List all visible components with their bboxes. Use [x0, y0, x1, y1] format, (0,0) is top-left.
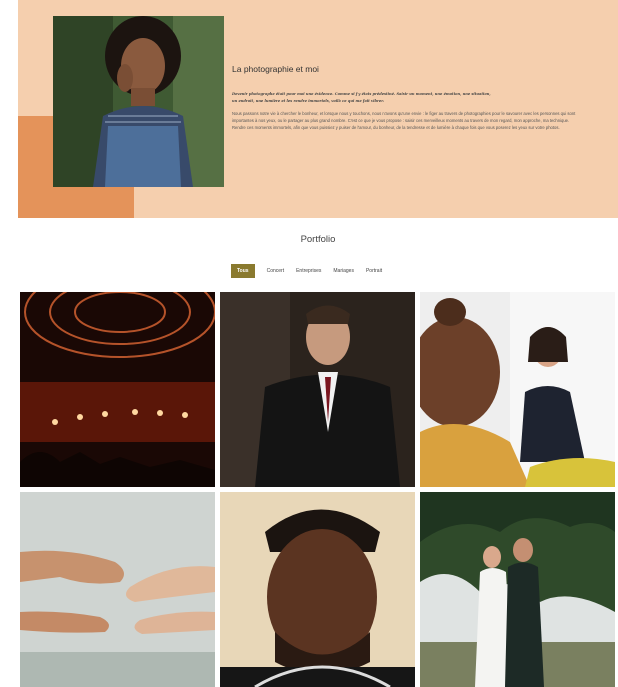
- about-quote: Devenir photographe était pour moi une é…: [232, 92, 491, 103]
- portfolio-filter-bar: Tous Concert Entreprises Mariages Portra…: [231, 264, 388, 278]
- portfolio-item-portrait[interactable]: [220, 492, 415, 687]
- portfolio-item-entreprises[interactable]: [220, 292, 415, 487]
- about-body-text: Nous passons notre vie à chercher le bon…: [232, 111, 576, 130]
- about-section: La photographie et moi Devenir photograp…: [18, 0, 618, 218]
- portfolio-item-mariages[interactable]: [20, 492, 215, 687]
- portfolio-item-concert[interactable]: [20, 292, 215, 487]
- portfolio-item-mariages-2[interactable]: [420, 492, 615, 687]
- about-portrait-image: [53, 16, 224, 187]
- portfolio-item-entreprises-2[interactable]: [420, 292, 615, 487]
- filter-mariages[interactable]: Mariages: [327, 264, 360, 278]
- filter-portrait[interactable]: Portrait: [360, 264, 388, 278]
- about-title: La photographie et moi: [232, 64, 319, 74]
- portfolio-title: Portfolio: [300, 234, 336, 245]
- filter-tous[interactable]: Tous: [231, 264, 255, 278]
- filter-concert[interactable]: Concert: [261, 264, 291, 278]
- filter-entreprises[interactable]: Entreprises: [290, 264, 327, 278]
